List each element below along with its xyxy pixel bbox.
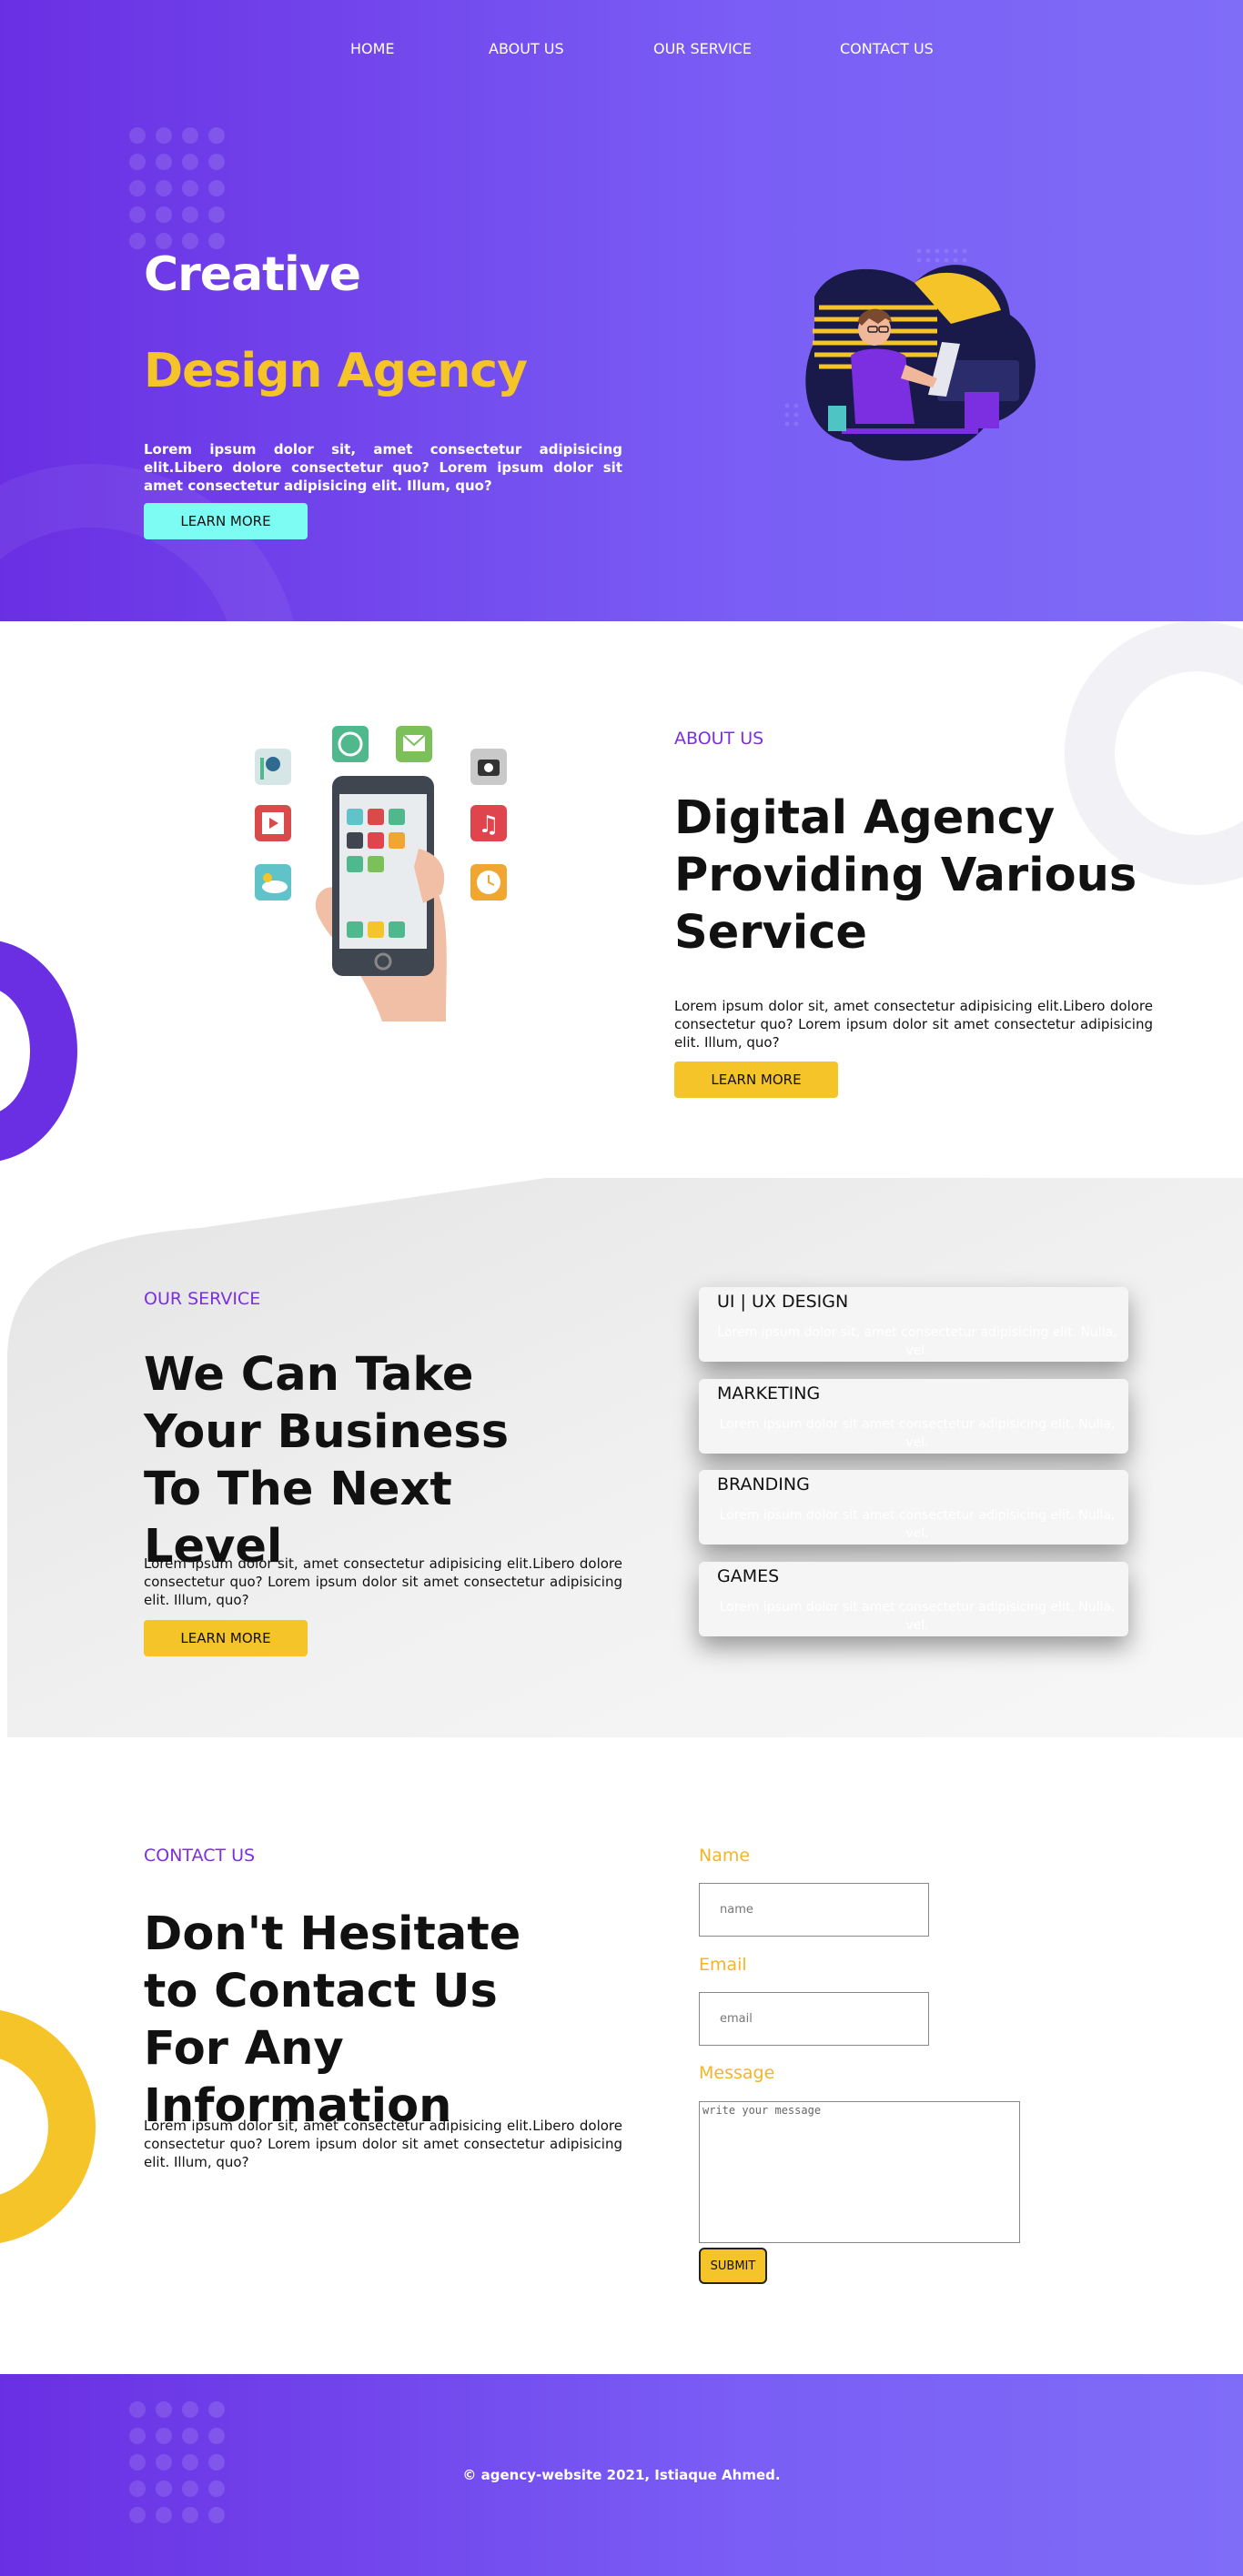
decorative-ring: [0, 940, 77, 1162]
decorative-ring: [0, 2008, 96, 2245]
service-card-text: Lorem ipsum dolor sit amet consectetur a…: [719, 1417, 1116, 1450]
dot-pattern: [129, 127, 225, 249]
footer: © agency-website 2021, Istiaque Ahmed.: [0, 2374, 1243, 2576]
about-title: Digital Agency Providing Various Service: [674, 791, 1137, 960]
contact-label: CONTACT US: [144, 1846, 256, 1866]
service-label: OUR SERVICE: [144, 1289, 261, 1309]
service-card-text: Lorem ipsum dolor sit, amet consectetur …: [717, 1325, 1117, 1358]
hero-section: HOME ABOUT US OUR SERVICE CONTACT US Cre…: [0, 0, 1243, 621]
contact-description: Lorem ipsum dolor sit, amet consectetur …: [144, 2118, 622, 2170]
service-card-title: GAMES: [717, 1566, 780, 1586]
email-field[interactable]: [699, 1992, 929, 2046]
hero-subtitle: Design Agency: [144, 344, 528, 398]
service-learn-more-button[interactable]: LEARN MORE: [144, 1620, 308, 1656]
service-card-ui-ux[interactable]: UI | UX DESIGN Lorem ipsum dolor sit, am…: [699, 1287, 1128, 1362]
svg-text:♫: ♫: [478, 811, 499, 839]
nav-home[interactable]: HOME: [350, 40, 395, 57]
service-section: OUR SERVICE We Can Take Your Business To…: [0, 1178, 1243, 1737]
dot-pattern: [129, 2401, 225, 2523]
hero-title: Creative: [144, 247, 361, 302]
hero-learn-more-button[interactable]: LEARN MORE: [144, 503, 308, 539]
about-section: ♫ ABOUT US Digital Agency Providing Vari…: [0, 621, 1243, 1178]
service-card-games[interactable]: GAMES Lorem ipsum dolor sit amet consect…: [699, 1562, 1128, 1636]
service-card-text: Lorem ipsum dolor sit amet consectetur a…: [719, 1508, 1116, 1541]
service-title: We Can Take Your Business To The Next Le…: [144, 1348, 510, 1574]
service-card-title: BRANDING: [717, 1474, 810, 1494]
phone-apps-illustration: ♫: [255, 726, 507, 1021]
message-field[interactable]: [699, 2101, 1020, 2243]
contact-title: Don't Hesitate to Contact Us For Any Inf…: [144, 1907, 521, 2133]
service-card-text: Lorem ipsum dolor sit amet consectetur a…: [719, 1600, 1116, 1633]
about-label: ABOUT US: [674, 729, 764, 749]
service-card-branding[interactable]: BRANDING Lorem ipsum dolor sit amet cons…: [699, 1470, 1128, 1545]
designer-illustration: [784, 248, 1036, 461]
service-card-title: MARKETING: [717, 1384, 821, 1404]
about-description: Lorem ipsum dolor sit, amet consectetur …: [674, 998, 1153, 1051]
name-field[interactable]: [699, 1883, 929, 1937]
contact-section: CONTACT US Don't Hesitate to Contact Us …: [0, 1737, 1243, 2374]
copyright-text: © agency-website 2021, Istiaque Ahmed.: [462, 2467, 781, 2483]
about-learn-more-button[interactable]: LEARN MORE: [674, 1062, 838, 1098]
service-description: Lorem ipsum dolor sit, amet consectetur …: [144, 1555, 622, 1608]
nav-our-service[interactable]: OUR SERVICE: [653, 40, 752, 57]
submit-button[interactable]: SUBMIT: [699, 2248, 767, 2284]
message-label: Message: [699, 2063, 775, 2083]
email-label: Email: [699, 1955, 747, 1975]
name-label: Name: [699, 1846, 751, 1866]
service-card-marketing[interactable]: MARKETING Lorem ipsum dolor sit amet con…: [699, 1379, 1128, 1454]
service-card-title: UI | UX DESIGN: [717, 1292, 849, 1312]
nav-contact-us[interactable]: CONTACT US: [840, 40, 934, 57]
hero-description: Lorem ipsum dolor sit, amet consectetur …: [144, 441, 622, 494]
nav-about-us[interactable]: ABOUT US: [489, 40, 564, 57]
